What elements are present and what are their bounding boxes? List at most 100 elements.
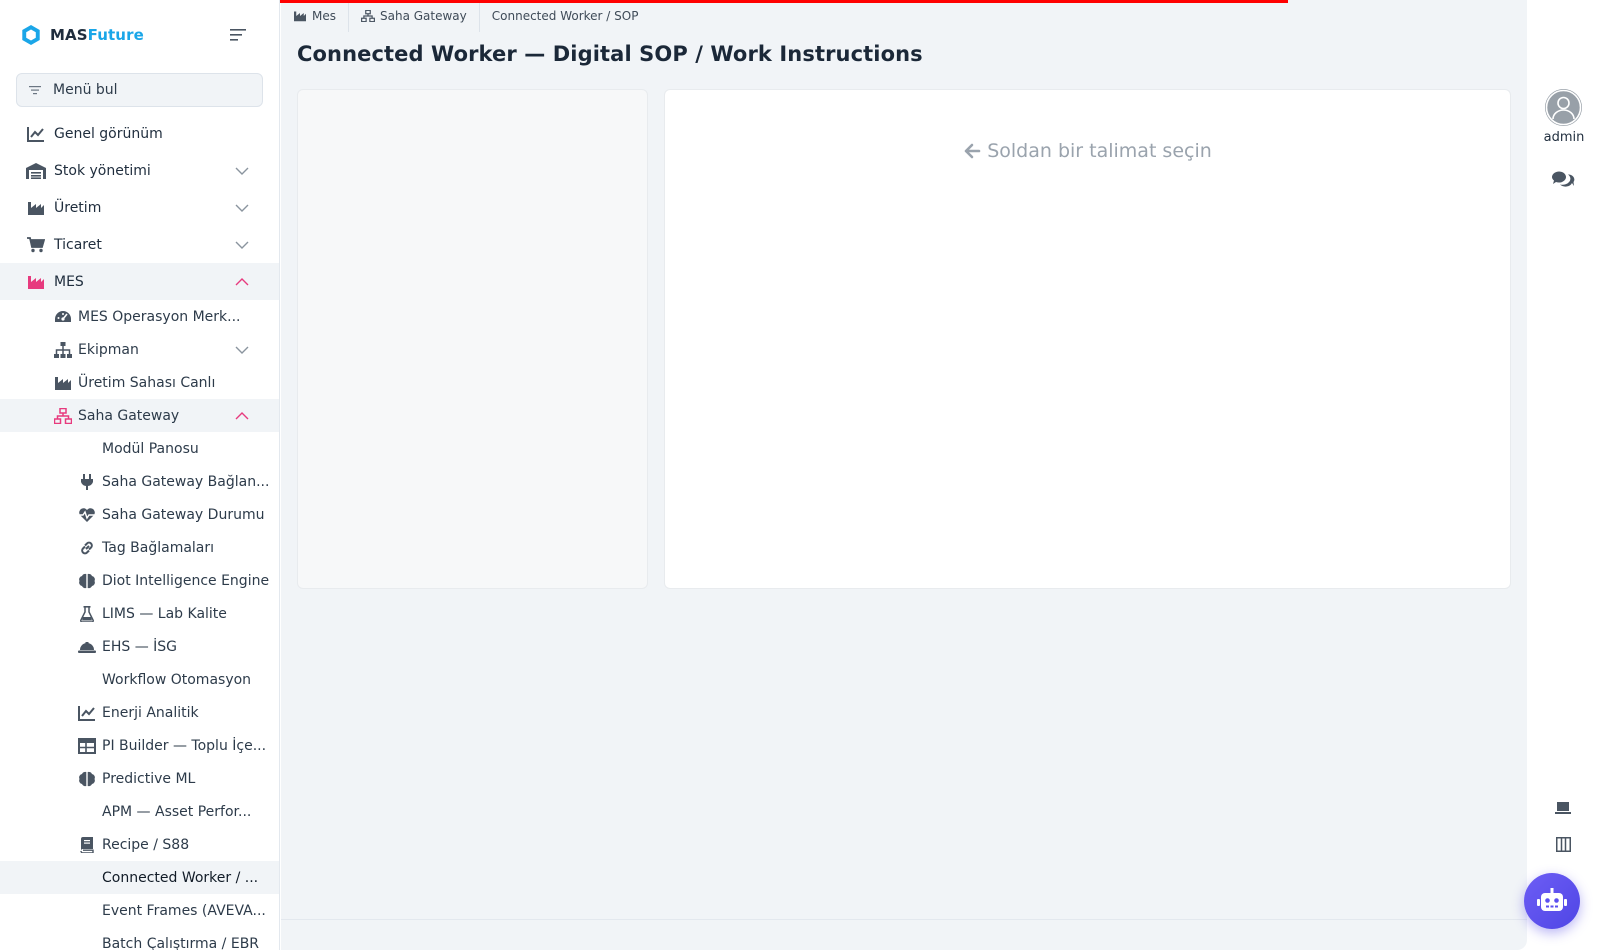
sidebar-item-workflow-otomasyon[interactable]: Workflow Otomasyon [0,663,279,696]
brain-icon [77,572,97,590]
chevron-up-icon [235,277,249,285]
sidebar-item-label: Saha Gateway Bağlan... [102,473,270,490]
sidebar-item-saha-gateway-durumu[interactable]: Saha Gateway Durumu [0,498,279,531]
sidebar-item-lims-lab-kalite[interactable]: LIMS — Lab Kalite [0,597,279,630]
sidebar-item-pi-builder[interactable]: PI Builder — Toplu İçe... [0,729,279,762]
sidebar-toggle-icon[interactable] [230,28,248,42]
ai-assistant-button[interactable] [1524,873,1580,929]
breadcrumb-label: Connected Worker / SOP [491,9,639,23]
sitemap-icon [361,10,375,22]
empty-state-hint: Soldan bir talimat seçin [665,140,1510,162]
instruction-list-panel [297,89,648,589]
sidebar-item-label: Recipe / S88 [102,836,190,853]
sidebar-item-label: Enerji Analitik [102,704,199,721]
page-load-progress-bar [280,0,1288,3]
sidebar-item-event-frames[interactable]: Event Frames (AVEVA... [0,894,279,927]
sidebar-item-ticaret[interactable]: Ticaret [0,226,279,263]
sidebar-item-label: Batch Çalıştırma / EBR [102,935,260,950]
sidebar-item-saha-gateway-baglantilari[interactable]: Saha Gateway Bağlan... [0,465,279,498]
breadcrumb-item-mes[interactable]: Mes [293,0,349,32]
chevron-down-icon [235,241,249,249]
sidebar-item-label: Üretim Sahası Canlı [78,374,216,391]
table-icon [77,737,97,755]
sidebar-item-label: Saha Gateway Durumu [102,506,265,523]
chat-icon[interactable] [1551,170,1575,190]
brand[interactable]: MASFuture [0,0,279,70]
chevron-down-icon [235,204,249,212]
sidebar-item-mes-operasyon[interactable]: MES Operasyon Merk... [0,300,279,333]
avatar[interactable] [1545,89,1582,126]
sidebar-item-uretim-sahasi-canli[interactable]: Üretim Sahası Canlı [0,366,279,399]
sidebar-item-label: Stok yönetimi [54,162,151,179]
laptop-icon[interactable] [1555,801,1571,815]
brand-name: MASFuture [50,26,144,44]
sidebar-item-label: Saha Gateway [78,407,180,424]
sidebar-item-batch-calistirma[interactable]: Batch Çalıştırma / EBR [0,927,279,950]
breadcrumb-label: Saha Gateway [380,9,467,23]
main-content: Mes Saha Gateway Connected Worker / SOP … [281,0,1527,950]
heart-pulse-icon [77,506,97,524]
sidebar-item-label: Ekipman [78,341,139,358]
sitemap-icon [53,341,73,359]
book-icon [77,836,97,854]
sidebar-item-stok-yonetimi[interactable]: Stok yönetimi [0,152,279,189]
right-rail: admin [1528,0,1600,950]
sidebar-item-diot-intelligence-engine[interactable]: Diot Intelligence Engine [0,564,279,597]
sidebar-item-predictive-ml[interactable]: Predictive ML [0,762,279,795]
sidebar-item-label: MES [54,273,84,290]
brain-icon [77,770,97,788]
sidebar-item-label: Üretim [54,199,102,216]
sidebar-item-label: MES Operasyon Merk... [78,308,241,325]
sidebar-item-tag-baglamalari[interactable]: Tag Bağlamaları [0,531,279,564]
network-icon [53,407,73,425]
instruction-detail-panel: Soldan bir talimat seçin [664,89,1511,589]
sidebar-item-apm[interactable]: APM — Asset Perfor... [0,795,279,828]
menu-search-label: Menü bul [53,82,118,98]
sidebar-item-label: PI Builder — Toplu İçe... [102,737,267,754]
industry-icon [26,273,46,291]
sidebar-item-label: Modül Panosu [102,440,199,457]
robot-icon [1537,888,1567,911]
chevron-up-icon [235,411,249,419]
brand-logo-icon [22,25,40,45]
industry-icon [53,374,73,392]
menu-search[interactable]: Menü bul [16,73,263,107]
sidebar-item-label: LIMS — Lab Kalite [102,605,227,622]
footer-divider [281,919,1527,920]
sidebar-item-saha-gateway[interactable]: Saha Gateway [0,399,279,432]
sidebar: MASFuture Menü bul Genel görünüm Stok yö… [0,0,280,950]
helmet-icon [77,638,97,656]
sidebar-item-uretim[interactable]: Üretim [0,189,279,226]
columns-icon[interactable] [1556,837,1571,852]
breadcrumb-label: Mes [312,9,336,23]
sidebar-item-label: Event Frames (AVEVA... [102,902,266,919]
industry-icon [26,199,46,217]
breadcrumb: Mes Saha Gateway Connected Worker / SOP [281,0,1527,32]
user-name: admin [1543,130,1585,145]
sidebar-item-label: Ticaret [54,236,102,253]
arrow-left-icon [964,143,981,159]
gauge-icon [53,308,73,326]
flask-icon [77,605,97,623]
chart-line-icon [77,704,97,722]
sidebar-item-label: Diot Intelligence Engine [102,572,270,589]
breadcrumb-item-saha-gateway[interactable]: Saha Gateway [361,0,480,32]
sidebar-item-label: Tag Bağlamaları [102,539,215,556]
sidebar-item-mes[interactable]: MES [0,263,279,300]
chart-line-icon [26,125,46,143]
sidebar-item-label: Workflow Otomasyon [102,671,252,688]
sidebar-item-enerji-analitik[interactable]: Enerji Analitik [0,696,279,729]
link-icon [77,539,97,557]
empty-state-text: Soldan bir talimat seçin [987,140,1212,162]
sidebar-item-recipe-s88[interactable]: Recipe / S88 [0,828,279,861]
sidebar-item-connected-worker[interactable]: Connected Worker / ... [0,861,279,894]
sidebar-item-ehs-isg[interactable]: EHS — İSG [0,630,279,663]
warehouse-icon [26,162,46,180]
sidebar-item-label: APM — Asset Perfor... [102,803,252,820]
sidebar-item-modul-panosu[interactable]: Modül Panosu [0,432,279,465]
sidebar-item-ekipman[interactable]: Ekipman [0,333,279,366]
plug-icon [77,473,97,491]
sidebar-item-label: EHS — İSG [102,638,178,655]
breadcrumb-item-current: Connected Worker / SOP [492,0,651,32]
sidebar-item-genel-gorunum[interactable]: Genel görünüm [0,115,279,152]
